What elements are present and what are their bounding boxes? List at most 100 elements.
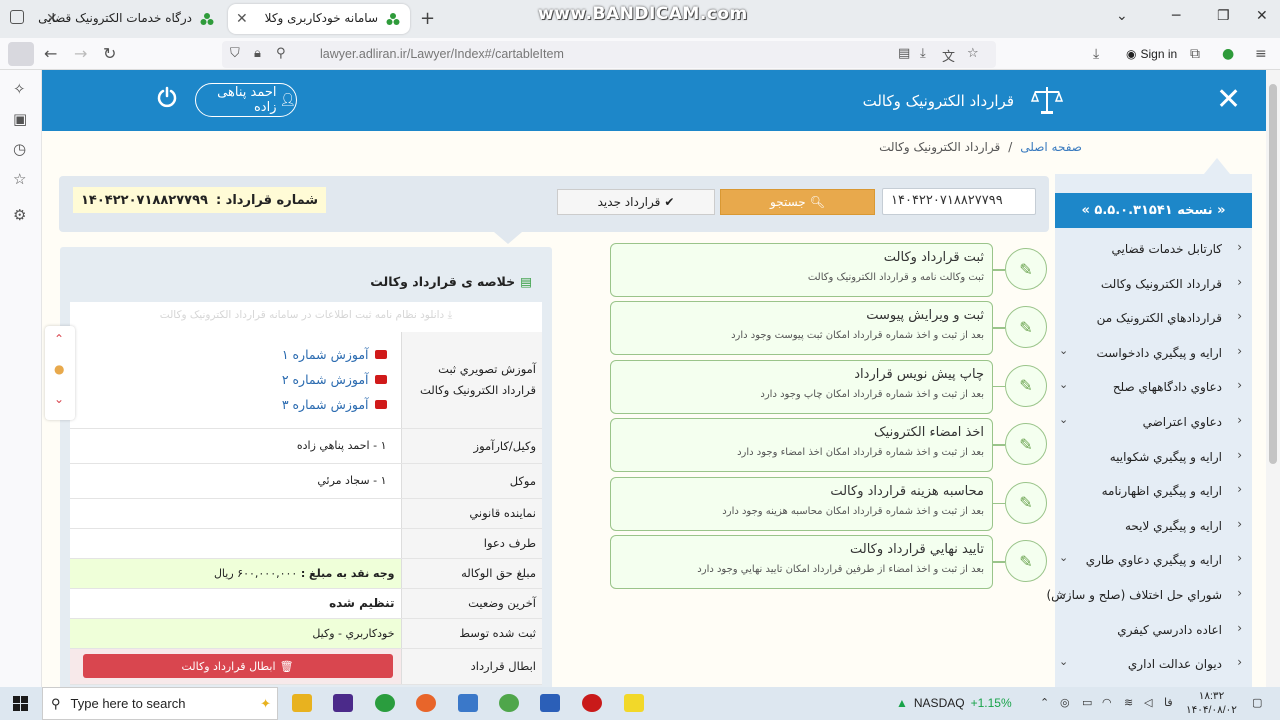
new-contract-button[interactable]: ✔ قرارداد جدید bbox=[557, 189, 715, 215]
power-logout-icon[interactable] bbox=[156, 86, 178, 108]
training-video-link[interactable]: آموزش شماره ۳ bbox=[76, 392, 387, 417]
sidebar-menu-item[interactable]: ‹ ارايه و پيگيري دادخواست ⌄ bbox=[1055, 336, 1252, 370]
stock-ticker[interactable]: ▲ NASDAQ +1.15% bbox=[896, 696, 1012, 710]
menu-icon[interactable]: ≡ bbox=[1255, 46, 1267, 62]
wifi-icon[interactable]: ≋ bbox=[1124, 696, 1133, 709]
language-indicator[interactable]: فا bbox=[1164, 696, 1173, 709]
bookmark-star-icon[interactable]: ☆ bbox=[967, 46, 979, 61]
address-bar[interactable]: ⛉ 🔒︎ ⚲ lawyer.adliran.ir/Lawyer/Index#/c… bbox=[222, 41, 996, 68]
sidebar-menu-item[interactable]: ‹ شوراي حل اختلاف (صلح و سازش) ⌄ bbox=[1046, 578, 1252, 612]
sidebar-menu-item[interactable]: ‹ دعاوي اعتراضي ⌄ bbox=[1055, 405, 1252, 439]
workflow-step-card[interactable]: ثبت قرارداد وکالت ثبت وکالت نامه و قراردا… bbox=[610, 243, 993, 297]
firefox-icon[interactable] bbox=[416, 694, 436, 712]
workflow-step-card[interactable]: ثبت و ويرايش پيوست بعد از ثبت و اخذ شماره… bbox=[610, 301, 993, 356]
ai-sparkle-icon[interactable]: ✧ bbox=[13, 80, 26, 98]
history-icon[interactable]: ◷ bbox=[13, 140, 26, 158]
page-scrollbar[interactable] bbox=[1266, 70, 1280, 687]
tab-lawyer-system[interactable]: ✕ سامانه خودکاربری وکلا bbox=[228, 4, 410, 34]
save-page-icon[interactable]: ⤓ bbox=[920, 46, 926, 61]
search-button[interactable]: 🔍︎ جستجو bbox=[720, 189, 875, 215]
edit-pencil-icon[interactable]: ✎ bbox=[1005, 306, 1047, 349]
sidebar-menu-item[interactable]: ‹ قرارداد الکترونيک وکالت bbox=[1055, 267, 1252, 301]
url-text[interactable]: lawyer.adliran.ir/Lawyer/Index#/cartable… bbox=[320, 47, 564, 61]
notifications-icon[interactable]: ▢ bbox=[1252, 696, 1262, 709]
expand-chevron-icon[interactable]: ⌄ bbox=[1059, 655, 1068, 668]
word-icon[interactable] bbox=[540, 694, 560, 712]
extension-app-icon[interactable]: ● bbox=[1222, 46, 1234, 62]
sidebar-menu-item[interactable]: ‹ قراردادهاي الکترونيک من bbox=[1055, 301, 1252, 335]
sign-in-button[interactable]: ◉ Sign in bbox=[1118, 43, 1185, 65]
expand-chevron-icon[interactable]: ⌄ bbox=[1059, 551, 1068, 564]
app-icon[interactable] bbox=[458, 694, 478, 712]
settings-gear-icon[interactable]: ⚙ bbox=[13, 206, 26, 224]
edit-pencil-icon[interactable]: ✎ bbox=[1005, 364, 1047, 407]
bandicam-icon[interactable] bbox=[582, 694, 602, 712]
shield-icon[interactable]: ⛉ bbox=[230, 46, 240, 61]
network-icon[interactable]: ◠ bbox=[1102, 696, 1112, 709]
workflow-step-card[interactable]: اخذ امضاء الکترونيک بعد از ثبت و اخذ شمار… bbox=[610, 418, 993, 473]
user-profile-button[interactable]: 👤︎ احمد پناهی زاده bbox=[195, 83, 297, 117]
sticky-notes-icon[interactable] bbox=[624, 694, 644, 712]
lock-icon[interactable]: 🔒︎ bbox=[254, 46, 261, 61]
back-button[interactable]: ← bbox=[44, 44, 57, 63]
permissions-icon[interactable]: ⚲ bbox=[276, 46, 286, 61]
scroll-up-icon[interactable]: ⌃ bbox=[54, 332, 64, 346]
workflow-step-card[interactable]: محاسبه هزينه قرارداد وکالت بعد از ثبت و ا… bbox=[610, 476, 993, 531]
translate-icon[interactable]: 文 bbox=[942, 46, 955, 65]
download-guide-link[interactable]: ⤓ دانلود نظام نامه ثبت اطلاعات در سامانه… bbox=[70, 302, 542, 332]
sidebar-menu-item[interactable]: ‹ دعاوي دادگاههاي صلح ⌄ bbox=[1055, 370, 1252, 404]
reader-view-icon[interactable]: ▤ bbox=[898, 46, 910, 61]
expand-chevron-icon[interactable]: ⌄ bbox=[1059, 378, 1068, 391]
volume-icon[interactable]: ◁ bbox=[1144, 696, 1152, 709]
minimize-button[interactable]: ─ bbox=[1172, 8, 1180, 24]
training-video-link[interactable]: آموزش شماره ۲ bbox=[76, 367, 387, 392]
forward-button[interactable]: → bbox=[74, 44, 87, 63]
show-hidden-icons[interactable]: ⌃ bbox=[1040, 696, 1049, 709]
maximize-button[interactable]: ❐ bbox=[1217, 8, 1230, 24]
workflow-step-card[interactable]: چاپ پيش نويس قرارداد بعد از ثبت و اخذ شما… bbox=[610, 359, 993, 414]
sidebar-menu-item[interactable]: ‹ ارايه و پيگيري لايحه bbox=[1055, 509, 1252, 543]
sidebar-menu-item[interactable]: ‹ ارايه و پيگيري شکواييه bbox=[1055, 440, 1252, 474]
contract-search-input[interactable]: ۱۴۰۴۲۲۰۷۱۸۸۲۷۷۹۹ bbox=[882, 188, 1036, 215]
chevron-down-icon[interactable]: ⌄ bbox=[1116, 8, 1128, 24]
app-icon[interactable] bbox=[499, 694, 519, 712]
tab-list-icon[interactable] bbox=[10, 10, 24, 24]
taskbar-search[interactable]: ⚲ Type here to search ✦ bbox=[42, 687, 278, 720]
drop-icon[interactable]: ● bbox=[54, 362, 64, 376]
scrollbar-thumb[interactable] bbox=[1269, 84, 1277, 464]
sidebar-menu-item[interactable]: ‹ ارايه و پيگيري دعاوي طاري ⌄ bbox=[1055, 543, 1252, 577]
chrome-icon[interactable] bbox=[375, 694, 395, 712]
file-explorer-icon[interactable] bbox=[292, 694, 312, 712]
reload-button[interactable]: ↻ bbox=[103, 44, 116, 63]
system-clock[interactable]: ۱۸:۳۲ ۱۴۰۴/۰۸/۰۲ bbox=[1186, 689, 1237, 717]
sidebar-toggle-button[interactable] bbox=[8, 42, 34, 66]
close-tab-icon[interactable]: ✕ bbox=[236, 11, 248, 27]
breadcrumb-home-link[interactable]: صفحه اصلی bbox=[1020, 140, 1082, 154]
synced-tabs-icon[interactable]: ▣ bbox=[13, 110, 27, 128]
extensions-icon[interactable]: ⧉ bbox=[1190, 46, 1200, 62]
window-close-button[interactable]: ✕ bbox=[1256, 8, 1268, 24]
battery-icon[interactable]: ▭ bbox=[1082, 696, 1092, 709]
expand-chevron-icon[interactable]: ⌄ bbox=[1059, 586, 1068, 599]
downloads-icon[interactable]: ⤓ bbox=[1093, 46, 1099, 62]
tab-judicial-portal[interactable]: ✕ درگاه خدمات الکترونیک قضایی bbox=[38, 4, 224, 34]
training-video-link[interactable]: آموزش شماره ۱ bbox=[76, 342, 387, 367]
expand-chevron-icon[interactable]: ⌄ bbox=[1059, 413, 1068, 426]
sidebar-menu-item[interactable]: ‹ کارتابل خدمات قضايي bbox=[1055, 232, 1252, 266]
windows-start-icon[interactable] bbox=[13, 696, 28, 711]
edit-pencil-icon[interactable]: ✎ bbox=[1005, 248, 1047, 290]
new-tab-button[interactable]: + bbox=[420, 8, 435, 29]
close-icon[interactable]: ✕ bbox=[1216, 82, 1241, 117]
sidebar-menu-item[interactable]: ‹ ديوان عدالت اداري ⌄ bbox=[1055, 647, 1252, 681]
sidebar-menu-item[interactable]: ‹ اعاده دادرسي کيفري bbox=[1055, 613, 1252, 647]
workflow-step-card[interactable]: تاييد نهايي قرارداد وکالت بعد از ثبت و اخ… bbox=[610, 535, 993, 589]
edit-pencil-icon[interactable]: ✎ bbox=[1005, 423, 1047, 466]
edit-pencil-icon[interactable]: ✎ bbox=[1005, 481, 1047, 524]
edit-pencil-icon[interactable]: ✎ bbox=[1005, 540, 1047, 582]
video-editor-icon[interactable] bbox=[333, 694, 353, 712]
expand-chevron-icon[interactable]: ⌄ bbox=[1059, 344, 1068, 357]
tray-app-icon[interactable]: ◎ bbox=[1060, 696, 1070, 709]
scroll-down-icon[interactable]: ⌄ bbox=[54, 392, 64, 406]
bookmarks-icon[interactable]: ☆ bbox=[13, 170, 26, 188]
sidebar-menu-item[interactable]: ‹ ارايه و پيگيري اظهارنامه bbox=[1055, 474, 1252, 508]
